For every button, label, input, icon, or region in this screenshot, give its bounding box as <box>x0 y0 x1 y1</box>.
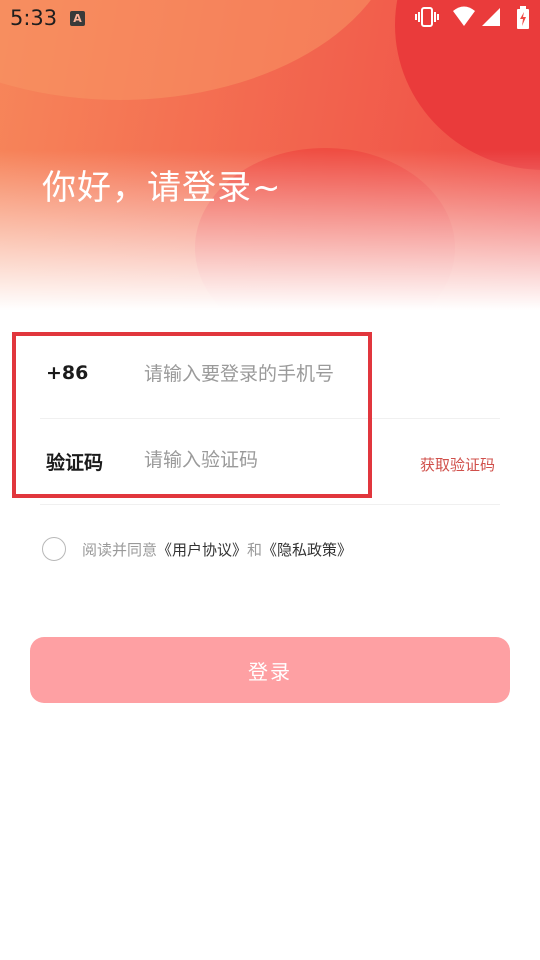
signal-icon <box>482 8 500 26</box>
phone-input[interactable] <box>144 354 384 394</box>
vibrate-icon <box>415 7 439 27</box>
code-row: 验证码 获取验证码 <box>0 418 540 504</box>
wifi-icon <box>453 6 475 26</box>
agreement-row: 阅读并同意《用户协议》和《隐私政策》 <box>42 537 512 563</box>
privacy-policy-link[interactable]: 《隐私政策》 <box>262 541 352 559</box>
notification-icon: A <box>70 11 85 26</box>
code-label: 验证码 <box>46 452 104 474</box>
agreement-prefix: 阅读并同意 <box>82 541 158 559</box>
verification-code-input[interactable] <box>144 440 384 480</box>
page-title: 你好，请登录~ <box>42 168 282 208</box>
country-code: +86 <box>46 362 89 384</box>
agree-checkbox[interactable] <box>42 537 66 561</box>
divider <box>40 504 500 505</box>
login-button[interactable]: 登录 <box>30 637 510 703</box>
status-time: 5:33 <box>10 6 58 30</box>
header-banner <box>0 0 540 310</box>
get-code-button[interactable]: 获取验证码 <box>420 454 495 475</box>
battery-charging-icon <box>517 6 529 29</box>
user-agreement-link[interactable]: 《用户协议》 <box>157 541 247 559</box>
agreement-conjunction: 和 <box>247 541 263 559</box>
phone-row: +86 <box>0 332 540 418</box>
status-bar: 5:33 A <box>0 0 540 36</box>
